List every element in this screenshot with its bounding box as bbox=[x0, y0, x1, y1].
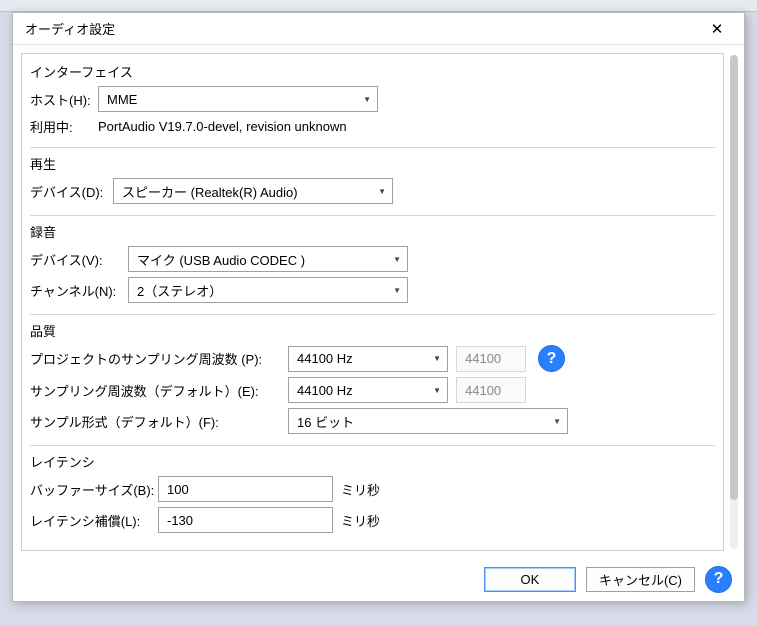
scrollbar-thumb[interactable] bbox=[730, 55, 738, 500]
format-value: 16 ビット bbox=[297, 412, 354, 431]
project-rate-select[interactable]: 44100 Hz ▼ bbox=[288, 346, 448, 372]
compensation-label: レイテンシ補償(L): bbox=[30, 511, 150, 530]
recording-device-select[interactable]: マイク (USB Audio CODEC ) ▼ bbox=[128, 246, 408, 272]
section-title-recording: 録音 bbox=[30, 222, 715, 241]
playback-device-label: デバイス(D): bbox=[30, 182, 105, 201]
help-icon: ? bbox=[714, 570, 724, 588]
background-strip bbox=[0, 0, 757, 12]
default-rate-value: 44100 Hz bbox=[297, 383, 353, 398]
help-button-footer[interactable]: ? bbox=[705, 566, 732, 593]
chevron-down-icon: ▼ bbox=[433, 354, 441, 363]
buffer-unit: ミリ秒 bbox=[341, 480, 380, 499]
buffer-input[interactable] bbox=[158, 476, 333, 502]
chevron-down-icon: ▼ bbox=[378, 187, 386, 196]
recording-device-value: マイク (USB Audio CODEC ) bbox=[137, 250, 305, 269]
audio-settings-dialog: オーディオ設定 ✕ インターフェイス ホスト(H): MME ▼ 利用中: Po… bbox=[12, 12, 745, 602]
dialog-content: インターフェイス ホスト(H): MME ▼ 利用中: PortAudio V1… bbox=[21, 53, 724, 551]
channels-select[interactable]: 2（ステレオ） ▼ bbox=[128, 277, 408, 303]
chevron-down-icon: ▼ bbox=[363, 95, 371, 104]
chevron-down-icon: ▼ bbox=[433, 386, 441, 395]
project-rate-value: 44100 Hz bbox=[297, 351, 353, 366]
playback-device-value: スピーカー (Realtek(R) Audio) bbox=[122, 182, 298, 201]
channels-value: 2（ステレオ） bbox=[137, 281, 222, 300]
recording-device-label: デバイス(V): bbox=[30, 250, 120, 269]
using-value: PortAudio V19.7.0-devel, revision unknow… bbox=[98, 119, 347, 134]
help-icon: ? bbox=[547, 350, 557, 368]
default-rate-readonly: 44100 bbox=[456, 377, 526, 403]
section-title-playback: 再生 bbox=[30, 154, 715, 173]
section-title-interface: インターフェイス bbox=[30, 62, 715, 81]
default-rate-select[interactable]: 44100 Hz ▼ bbox=[288, 377, 448, 403]
format-select[interactable]: 16 ビット ▼ bbox=[288, 408, 568, 434]
help-button-quality[interactable]: ? bbox=[538, 345, 565, 372]
chevron-down-icon: ▼ bbox=[393, 255, 401, 264]
close-icon: ✕ bbox=[711, 20, 724, 38]
section-playback: 再生 デバイス(D): スピーカー (Realtek(R) Audio) ▼ bbox=[30, 154, 715, 216]
dialog-title: オーディオ設定 bbox=[25, 19, 115, 38]
section-interface: インターフェイス ホスト(H): MME ▼ 利用中: PortAudio V1… bbox=[30, 62, 715, 148]
channels-label: チャンネル(N): bbox=[30, 281, 120, 300]
section-quality: 品質 プロジェクトのサンプリング周波数 (P): 44100 Hz ▼ 4410… bbox=[30, 321, 715, 446]
dialog-footer: OK キャンセル(C) ? bbox=[13, 557, 744, 601]
host-select[interactable]: MME ▼ bbox=[98, 86, 378, 112]
host-label: ホスト(H): bbox=[30, 90, 90, 109]
project-rate-label: プロジェクトのサンプリング周波数 (P): bbox=[30, 349, 280, 368]
ok-button[interactable]: OK bbox=[484, 567, 576, 592]
compensation-input[interactable] bbox=[158, 507, 333, 533]
section-title-latency: レイテンシ bbox=[30, 452, 715, 471]
default-rate-label: サンプリング周波数（デフォルト）(E): bbox=[30, 381, 280, 400]
section-recording: 録音 デバイス(V): マイク (USB Audio CODEC ) ▼ チャン… bbox=[30, 222, 715, 315]
buffer-label: バッファーサイズ(B): bbox=[30, 480, 150, 499]
format-label: サンプル形式（デフォルト）(F): bbox=[30, 412, 280, 431]
section-title-quality: 品質 bbox=[30, 321, 715, 340]
compensation-unit: ミリ秒 bbox=[341, 511, 380, 530]
scrollbar[interactable] bbox=[730, 55, 738, 549]
titlebar: オーディオ設定 ✕ bbox=[13, 13, 744, 45]
project-rate-readonly: 44100 bbox=[456, 346, 526, 372]
chevron-down-icon: ▼ bbox=[553, 417, 561, 426]
chevron-down-icon: ▼ bbox=[393, 286, 401, 295]
cancel-button[interactable]: キャンセル(C) bbox=[586, 567, 695, 592]
section-latency: レイテンシ バッファーサイズ(B): ミリ秒 レイテンシ補償(L): ミリ秒 bbox=[30, 452, 715, 544]
using-label: 利用中: bbox=[30, 117, 90, 136]
playback-device-select[interactable]: スピーカー (Realtek(R) Audio) ▼ bbox=[113, 178, 393, 204]
close-button[interactable]: ✕ bbox=[698, 15, 736, 43]
host-value: MME bbox=[107, 92, 137, 107]
